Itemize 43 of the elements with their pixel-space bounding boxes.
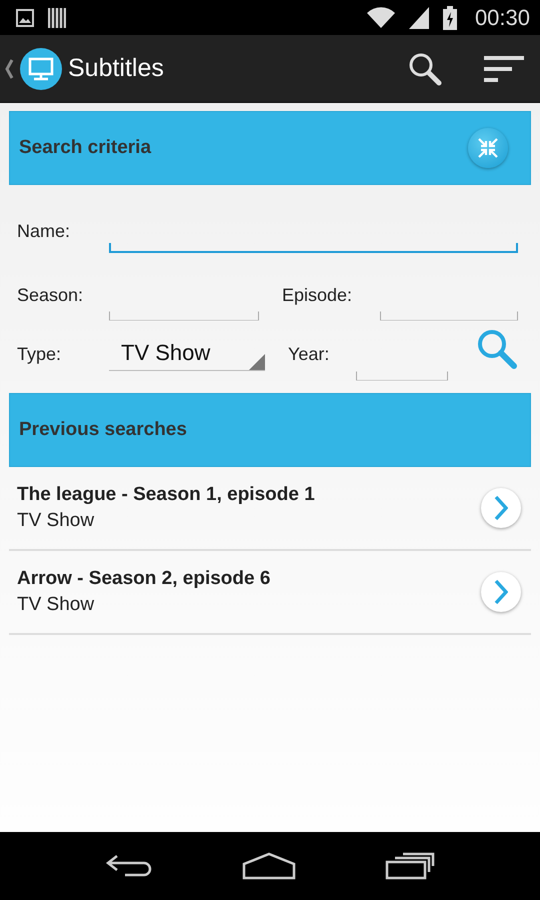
back-button[interactable]	[104, 853, 153, 879]
search-history-item[interactable]: Arrow - Season 2, episode 6 TV Show	[9, 551, 531, 635]
item-title: The league - Season 1, episode 1	[17, 484, 315, 506]
section-title: Previous searches	[19, 419, 187, 441]
search-button[interactable]	[408, 52, 442, 86]
signal-icon	[408, 6, 429, 28]
field-label: Type:	[17, 344, 62, 364]
field-label: Season:	[17, 284, 84, 306]
search-icon	[408, 52, 442, 86]
sort-button[interactable]	[484, 56, 524, 82]
app-title: Subtitles	[68, 54, 164, 83]
type-dropdown[interactable]: TV Show	[109, 335, 265, 371]
search-history-item[interactable]: The league - Season 1, episode 1 TV Show	[9, 467, 531, 551]
recent-apps-button[interactable]	[385, 852, 436, 880]
collapse-arrows-icon	[477, 137, 499, 159]
back-arrow-icon	[104, 853, 153, 879]
wifi-icon	[366, 6, 395, 28]
item-subtitle: TV Show	[17, 594, 96, 616]
collapse-button[interactable]	[468, 128, 508, 168]
clock: 00:30	[474, 4, 530, 30]
barcode-notification-icon	[48, 6, 66, 28]
item-title: Arrow - Season 2, episode 6	[17, 568, 270, 590]
field-label: Year:	[288, 344, 330, 364]
search-icon	[476, 328, 518, 370]
monitor-icon	[20, 48, 62, 90]
sort-icon	[484, 56, 524, 82]
chevron-right-icon	[494, 495, 508, 521]
item-subtitle: TV Show	[17, 510, 96, 532]
section-title: Search criteria	[19, 137, 152, 159]
chevron-right-icon	[494, 579, 508, 605]
picture-notification-icon	[16, 8, 34, 26]
battery-charging-icon	[442, 6, 457, 30]
search-submit-button[interactable]	[476, 328, 518, 370]
home-icon	[242, 852, 296, 880]
open-button[interactable]	[481, 488, 521, 528]
recent-apps-icon	[385, 852, 436, 880]
back-caret-icon	[4, 58, 14, 78]
dropdown-corner-icon	[249, 354, 265, 370]
field-label: Episode:	[282, 284, 354, 306]
field-label: Name:	[17, 220, 72, 242]
open-button[interactable]	[481, 572, 521, 612]
home-button[interactable]	[242, 852, 296, 880]
app-icon-up-button[interactable]: Subtitles	[4, 48, 164, 90]
